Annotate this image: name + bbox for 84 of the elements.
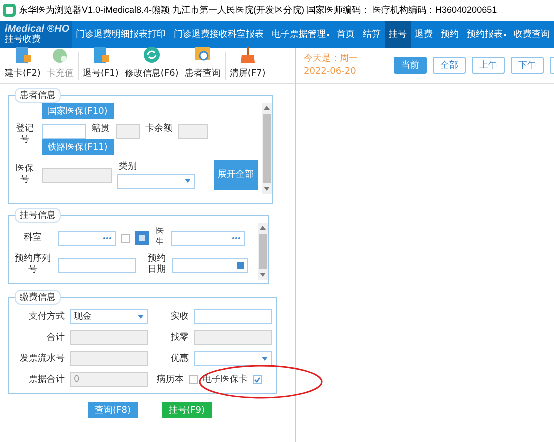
date-field[interactable] <box>172 258 248 272</box>
window-title: 东华医为浏览器V1.0-iMedical8.4-熊颖 九江市第一人民医院(开发区分院) 国家医师编码： 医疗机构编码：H36040200651 <box>19 4 498 17</box>
nav-item[interactable]: 门诊退费接收科室报表 <box>170 21 268 48</box>
select-field[interactable]: 现金 <box>70 309 148 324</box>
field-label: 优惠 <box>170 352 189 365</box>
field-label: 医保号 <box>15 164 35 186</box>
input-field[interactable] <box>171 230 245 246</box>
scroll-down-icon[interactable] <box>260 273 266 277</box>
railway-insurance-button[interactable]: 铁路医保(F11) <box>42 139 114 155</box>
field-label: 预约序列号 <box>14 254 52 276</box>
field-label: 医生 <box>154 227 166 249</box>
toolbar-button[interactable]: 退号(F1) <box>80 46 122 80</box>
app-logo-icon <box>3 4 16 17</box>
input-field[interactable] <box>58 258 136 272</box>
checkbox[interactable] <box>253 375 262 384</box>
grid-icon[interactable] <box>135 231 149 245</box>
checkbox[interactable] <box>121 234 130 242</box>
field-label: 类别 <box>118 162 138 172</box>
nav-item[interactable]: 首页 <box>333 21 359 48</box>
input-field[interactable] <box>194 309 272 324</box>
field-label: 科室 <box>23 232 43 244</box>
national-insurance-button[interactable]: 国家医保(F10) <box>42 103 114 119</box>
brand-logo: iMedical ®HO 挂号收费 <box>0 21 72 48</box>
toolbar-button[interactable]: 患者查询 <box>182 46 224 80</box>
field-label: 实收 <box>170 310 189 323</box>
scroll-down-icon[interactable] <box>264 187 270 191</box>
field-label: 卡余额 <box>145 124 173 135</box>
input-field[interactable] <box>116 124 140 139</box>
nav-item[interactable]: 收费查询 <box>510 21 554 48</box>
nav-item[interactable]: 门诊退费明细报表打印 <box>72 21 170 48</box>
section-legend: 患者信息 <box>15 88 61 103</box>
field-label: 发票流水号 <box>19 352 65 365</box>
select-field[interactable] <box>194 351 272 366</box>
caret-icon <box>262 356 268 360</box>
input-field[interactable] <box>178 124 208 139</box>
section-legend: 缴费信息 <box>15 290 61 305</box>
nav-item[interactable]: 预约报表 <box>463 21 510 48</box>
checkbox[interactable] <box>189 375 198 384</box>
period-button[interactable]: 下午 <box>511 57 544 74</box>
today-date: 今天是：周一 2022-06-20 <box>304 52 359 78</box>
nav-item[interactable]: 预约 <box>437 21 463 48</box>
input-field[interactable] <box>70 330 148 345</box>
broom-icon <box>238 46 257 64</box>
input-field[interactable] <box>70 351 148 366</box>
field-label: 支付方式 <box>28 310 65 323</box>
period-button[interactable]: 全部 <box>433 57 466 74</box>
nav-item[interactable]: 结算 <box>359 21 385 48</box>
calendar-icon <box>237 262 244 268</box>
scroll-up-icon[interactable] <box>260 226 266 230</box>
card-icon <box>14 46 32 64</box>
field-label: 票据合计 <box>28 374 65 386</box>
toolbar-button[interactable]: 清屏(F7) <box>226 46 269 80</box>
field-label: 登记号 <box>15 124 35 146</box>
scrollbar[interactable] <box>262 103 272 194</box>
field-label: 找零 <box>170 332 189 344</box>
field-label: 预约日期 <box>147 254 167 276</box>
more-icon <box>232 236 241 240</box>
toolbar-button[interactable]: 修改信息(F6) <box>122 46 182 80</box>
more-icon <box>103 236 112 240</box>
scroll-up-icon[interactable] <box>264 106 270 110</box>
nav-item[interactable]: 电子票据管理 <box>268 21 333 48</box>
select-field[interactable] <box>117 174 195 188</box>
action-button[interactable]: 查询(F8) <box>88 402 138 418</box>
nav-item[interactable]: 挂号 <box>385 21 411 48</box>
section-legend: 挂号信息 <box>15 208 61 223</box>
caret-icon <box>185 179 191 183</box>
scrollbar[interactable] <box>258 223 268 280</box>
toolbar-button[interactable]: 建卡(F2) <box>2 46 44 80</box>
period-button[interactable]: 上午 <box>472 57 505 74</box>
check-icon <box>254 376 261 382</box>
input-field[interactable] <box>42 168 112 182</box>
refresh-icon <box>142 46 161 64</box>
input-field[interactable] <box>194 330 272 345</box>
input-field[interactable] <box>42 124 86 139</box>
input-field[interactable]: 0 <box>70 372 148 387</box>
field-label: 籍贯 <box>91 124 111 135</box>
field-label: 合计 <box>46 332 65 344</box>
caret-icon <box>138 314 144 318</box>
checkbox-label: 病历本 <box>157 374 184 386</box>
period-button[interactable]: 当前 <box>394 57 427 74</box>
expand-all-button[interactable]: 展开全部 <box>214 160 258 190</box>
nav-item[interactable]: 退费 <box>411 21 437 48</box>
input-field[interactable] <box>58 230 116 246</box>
action-button[interactable]: 挂号(F9) <box>162 402 212 418</box>
